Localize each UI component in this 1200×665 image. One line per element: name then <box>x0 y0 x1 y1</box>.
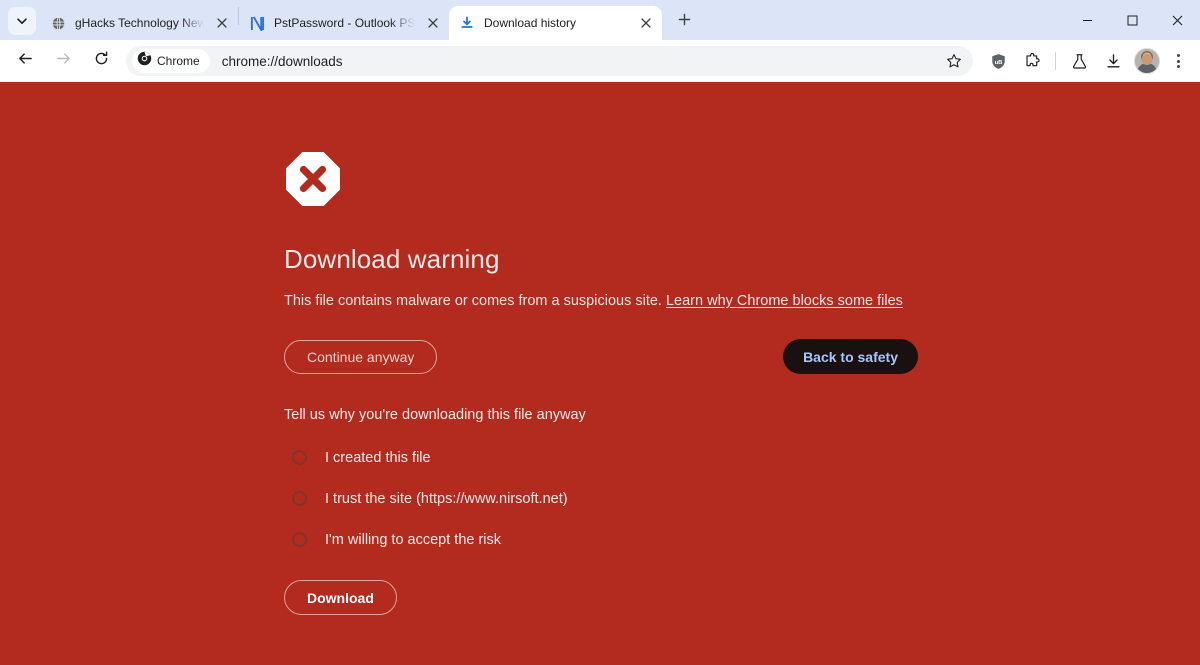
tab-title: gHacks Technology News and A <box>75 16 204 30</box>
octagon-x-icon <box>284 150 342 208</box>
tab-title: Download history <box>484 16 577 30</box>
new-tab-button[interactable] <box>670 8 698 36</box>
radio-label: I trust the site (https://www.nirsoft.ne… <box>325 490 568 507</box>
omnibox-url-text[interactable]: chrome://downloads <box>222 54 343 69</box>
arrow-right-icon <box>55 50 72 72</box>
page-title: Download warning <box>284 244 500 274</box>
downloads-icon[interactable] <box>1099 47 1127 75</box>
reload-button[interactable] <box>86 46 116 76</box>
nirsoft-n-icon <box>249 15 265 31</box>
interstitial-content: Download warning This file contains malw… <box>0 82 1200 616</box>
avatar[interactable] <box>1134 48 1160 74</box>
radio-circle-icon <box>292 450 307 466</box>
survey-prompt: Tell us why you're downloading this file… <box>284 407 586 424</box>
warning-description-text: This file contains malware or comes from… <box>284 293 662 309</box>
address-bar[interactable]: Chrome chrome://downloads <box>126 46 973 76</box>
back-button[interactable] <box>10 46 40 76</box>
kebab-dot <box>1176 65 1180 68</box>
action-button-row: Continue anyway Back to safety <box>284 339 918 375</box>
chevron-down-icon <box>16 15 28 27</box>
toolbar-divider <box>1055 52 1056 70</box>
radio-created-this-file[interactable]: I created this file <box>292 437 1200 478</box>
browser-toolbar: Chrome chrome://downloads uB <box>0 40 1200 82</box>
warning-description: This file contains malware or comes from… <box>284 291 1200 311</box>
tab-close-button[interactable] <box>212 13 232 33</box>
labs-flask-icon[interactable] <box>1065 47 1093 75</box>
radio-label: I created this file <box>325 449 431 466</box>
tab-title: PstPassword - Outlook PST Pas <box>274 16 415 30</box>
close-button[interactable] <box>1155 0 1200 40</box>
chrome-menu-button[interactable] <box>1164 47 1192 75</box>
chrome-logo-icon <box>137 51 152 71</box>
tab-search-button[interactable] <box>8 7 36 35</box>
chrome-chip[interactable]: Chrome <box>132 49 210 73</box>
kebab-dot <box>1176 59 1180 63</box>
bookmark-star-icon[interactable] <box>941 48 967 74</box>
reload-icon <box>93 50 110 72</box>
tab-download-history[interactable]: Download history <box>449 6 662 40</box>
learn-more-link[interactable]: Learn why Chrome blocks some files <box>666 293 903 309</box>
continue-anyway-button[interactable]: Continue anyway <box>284 339 438 374</box>
tab-strip: gHacks Technology News and A PstPassword… <box>0 0 1200 40</box>
tab-close-button[interactable] <box>636 13 656 33</box>
back-to-safety-button[interactable]: Back to safety <box>783 339 918 375</box>
plus-icon <box>678 13 691 31</box>
radio-accept-the-risk[interactable]: I'm willing to accept the risk <box>292 519 1200 560</box>
minimize-button[interactable] <box>1065 0 1110 40</box>
ublock-origin-icon[interactable]: uB <box>984 47 1012 75</box>
svg-text:uB: uB <box>994 59 1002 65</box>
tab-close-button[interactable] <box>423 13 443 33</box>
chrome-chip-label: Chrome <box>157 54 200 68</box>
radio-circle-icon <box>292 532 307 548</box>
radio-circle-icon <box>292 491 307 507</box>
tab-pstpassword[interactable]: PstPassword - Outlook PST Pas <box>239 6 449 40</box>
download-button[interactable]: Download <box>284 580 397 616</box>
radio-label: I'm willing to accept the risk <box>325 531 502 548</box>
download-icon <box>459 15 475 31</box>
window-controls <box>1065 0 1200 40</box>
globe-icon <box>50 15 66 31</box>
puzzle-icon[interactable] <box>1018 47 1046 75</box>
survey-options-group: I created this file I trust the site (ht… <box>284 437 1200 560</box>
download-warning-interstitial: Download warning This file contains malw… <box>0 82 1200 665</box>
tab-ghacks[interactable]: gHacks Technology News and A <box>40 6 238 40</box>
kebab-dot <box>1176 54 1180 57</box>
radio-trust-the-site[interactable]: I trust the site (https://www.nirsoft.ne… <box>292 478 1200 519</box>
arrow-left-icon <box>17 50 34 72</box>
maximize-button[interactable] <box>1110 0 1155 40</box>
forward-button[interactable] <box>48 46 78 76</box>
